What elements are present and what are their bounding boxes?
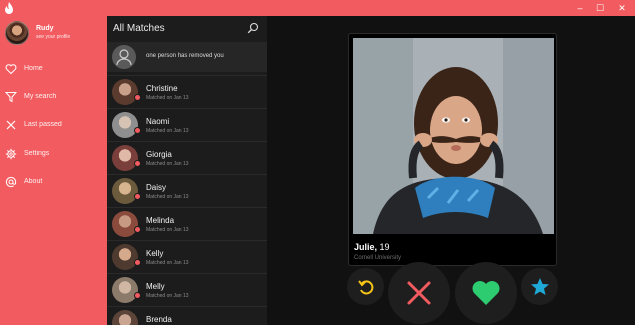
nav-label: Last passed <box>24 121 62 128</box>
pass-button[interactable] <box>388 262 450 324</box>
maximize-button[interactable]: ☐ <box>590 0 610 16</box>
match-avatar <box>112 145 138 171</box>
new-indicator <box>134 226 141 233</box>
profile-card[interactable]: Rudy see your profile <box>0 16 107 50</box>
match-name: Christine <box>146 84 178 93</box>
match-name: Naomi <box>146 117 170 126</box>
removed-notice[interactable]: one person has removed you <box>107 42 267 72</box>
match-name: Brenda <box>146 315 172 324</box>
gear-icon <box>5 148 17 160</box>
profile-link[interactable]: see your profile <box>36 34 70 40</box>
nav-item-home[interactable]: Home <box>0 60 107 78</box>
match-name: Giorgia <box>146 150 172 159</box>
new-indicator <box>134 160 141 167</box>
main-area: Julie, 19 Cornell University <box>267 16 635 325</box>
title-bar: – ☐ ✕ <box>0 0 635 16</box>
minimize-button[interactable]: – <box>570 0 590 16</box>
search-icon[interactable] <box>247 22 259 34</box>
nav-item-last-passed[interactable]: Last passed <box>0 116 107 134</box>
match-name: Daisy <box>146 183 167 192</box>
match-avatar <box>112 310 138 325</box>
nav-item-my-search[interactable]: My search <box>0 88 107 106</box>
match-avatar <box>112 211 138 237</box>
match-avatar <box>112 112 138 138</box>
photo-illustration <box>353 38 554 234</box>
heart-icon <box>472 281 500 305</box>
match-date: Matched on Jan 13 <box>146 194 189 200</box>
match-date: Matched on Jan 13 <box>146 293 189 299</box>
star-icon <box>530 277 549 295</box>
new-indicator <box>134 193 141 200</box>
heart-icon <box>5 64 17 75</box>
new-indicator <box>134 127 141 134</box>
anonymous-avatar <box>112 45 136 69</box>
match-item[interactable]: Melly Matched on Jan 13 <box>107 273 267 305</box>
cross-icon <box>6 120 16 130</box>
nav-label: My search <box>24 93 57 100</box>
app-flame-icon <box>5 2 13 14</box>
matches-panel: All Matches one person has removed you C… <box>107 16 267 325</box>
card-name: Julie, 19 <box>354 242 390 252</box>
profile-card-large[interactable]: Julie, 19 Cornell University <box>348 33 557 266</box>
card-first-name: Julie, <box>354 242 378 252</box>
nav-label: About <box>24 178 43 185</box>
new-indicator <box>134 259 141 266</box>
nav-item-settings[interactable]: Settings <box>0 145 107 163</box>
card-school: Cornell University <box>354 255 402 261</box>
match-item[interactable]: Giorgia Matched on Jan 13 <box>107 141 267 173</box>
undo-icon <box>357 279 373 294</box>
match-item[interactable]: Naomi Matched on Jan 13 <box>107 108 267 140</box>
match-item[interactable]: Daisy Matched on Jan 13 <box>107 174 267 206</box>
match-date: Matched on Jan 13 <box>146 260 189 266</box>
card-age: 19 <box>379 242 390 252</box>
close-button[interactable]: ✕ <box>612 0 632 16</box>
avatar <box>5 21 29 45</box>
match-name: Melly <box>146 282 165 291</box>
new-indicator <box>134 292 141 299</box>
profile-name: Rudy <box>36 25 54 32</box>
at-icon <box>5 176 17 188</box>
match-item[interactable]: Kelly Matched on Jan 13 <box>107 240 267 272</box>
match-date: Matched on Jan 13 <box>146 128 189 134</box>
nav-label: Home <box>24 65 43 72</box>
like-button[interactable] <box>455 262 517 324</box>
rewind-button[interactable] <box>347 268 384 305</box>
match-avatar <box>112 244 138 270</box>
match-date: Matched on Jan 13 <box>146 95 189 101</box>
new-indicator <box>134 94 141 101</box>
nav-label: Settings <box>24 150 50 157</box>
super-like-button[interactable] <box>521 268 558 305</box>
match-avatar <box>112 79 138 105</box>
close-icon <box>407 281 431 305</box>
matches-header: All Matches <box>107 16 267 40</box>
sidebar: Rudy see your profile Home My search Las… <box>0 16 107 325</box>
match-date: Matched on Jan 13 <box>146 161 189 167</box>
matches-title: All Matches <box>113 23 165 34</box>
match-date: Matched on Jan 13 <box>146 227 189 233</box>
match-item[interactable]: Christine Matched on Jan 13 <box>107 75 267 107</box>
match-name: Kelly <box>146 249 164 258</box>
profile-photo <box>353 38 554 234</box>
removed-notice-text: one person has removed you <box>146 53 224 59</box>
match-avatar <box>112 178 138 204</box>
nav-item-about[interactable]: About <box>0 173 107 191</box>
funnel-icon <box>5 92 17 103</box>
match-item[interactable]: Melinda Matched on Jan 13 <box>107 207 267 239</box>
match-item[interactable]: Brenda <box>107 306 267 325</box>
match-avatar <box>112 277 138 303</box>
person-icon <box>116 49 132 66</box>
match-name: Melinda <box>146 216 175 225</box>
